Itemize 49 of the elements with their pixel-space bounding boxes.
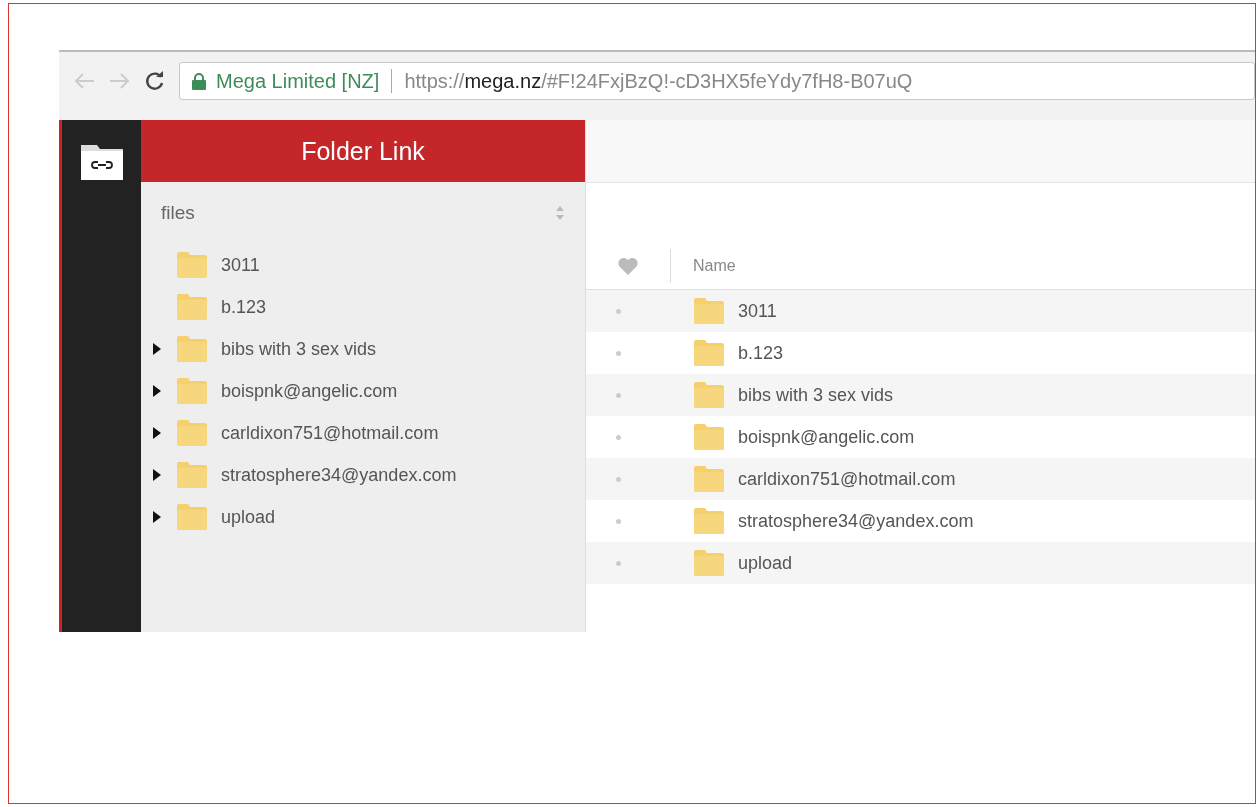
url-text: https://mega.nz/#F!24FxjBzQ!-cD3HX5feYdy7fH8-B07uQ — [404, 69, 913, 93]
folder-icon — [177, 336, 207, 362]
expand-arrow-icon[interactable] — [153, 511, 161, 523]
folder-icon — [694, 340, 724, 366]
file-name[interactable]: bibs with 3 sex vids — [738, 384, 894, 406]
expand-arrow-icon[interactable] — [153, 469, 161, 481]
header-title: Folder Link — [141, 120, 585, 182]
file-name[interactable]: boispnk@angelic.com — [738, 426, 915, 448]
tree-item[interactable]: stratosphere34@yandex.com — [221, 464, 457, 486]
file-name[interactable]: b.123 — [738, 342, 784, 364]
expand-arrow-icon[interactable] — [153, 343, 161, 355]
folder-icon — [177, 420, 207, 446]
dot-icon — [615, 476, 621, 482]
dot-icon — [615, 350, 621, 356]
folder-icon — [177, 378, 207, 404]
tree-item[interactable]: bibs with 3 sex vids — [221, 338, 377, 360]
dot-icon — [615, 308, 621, 314]
dot-icon — [615, 518, 621, 524]
tree-item[interactable]: 3011 — [221, 254, 260, 276]
expand-arrow-icon[interactable] — [153, 385, 161, 397]
file-name[interactable]: upload — [738, 552, 793, 574]
folder-icon — [694, 508, 724, 534]
column-header[interactable]: Name — [693, 257, 736, 275]
folder-icon — [694, 298, 724, 324]
folder-icon — [177, 462, 207, 488]
folder-icon — [694, 382, 724, 408]
folder-icon — [177, 252, 207, 278]
dot-icon — [615, 434, 621, 440]
tree-item[interactable]: carldixon751@hotmail.com — [221, 422, 439, 444]
file-name[interactable]: stratosphere34@yandex.com — [738, 510, 974, 532]
folder-link-icon[interactable] — [80, 142, 123, 180]
dot-icon — [615, 392, 621, 398]
folder-icon — [694, 424, 724, 450]
folder-icon — [177, 504, 207, 530]
tree-root[interactable]: files — [161, 202, 195, 224]
reload-icon[interactable] — [145, 71, 165, 91]
dot-icon — [615, 560, 621, 566]
lock-icon — [192, 72, 206, 90]
folder-icon — [177, 294, 207, 320]
tree-item[interactable]: boispnk@angelic.com — [221, 380, 398, 402]
folder-icon — [694, 466, 724, 492]
file-name[interactable]: carldixon751@hotmail.com — [738, 468, 956, 490]
expand-arrow-icon[interactable] — [153, 427, 161, 439]
folder-icon — [694, 550, 724, 576]
address-bar[interactable]: Mega Limited [NZ] https://mega.nz/#F!24FxjBzQ!-cD3HX5feYdy7fH8-B07uQ — [179, 62, 1255, 100]
tree-item[interactable]: upload — [221, 506, 276, 528]
site-identity: Mega Limited [NZ] — [216, 69, 380, 93]
tree-item[interactable]: b.123 — [221, 296, 267, 318]
file-name[interactable]: 3011 — [738, 300, 777, 322]
